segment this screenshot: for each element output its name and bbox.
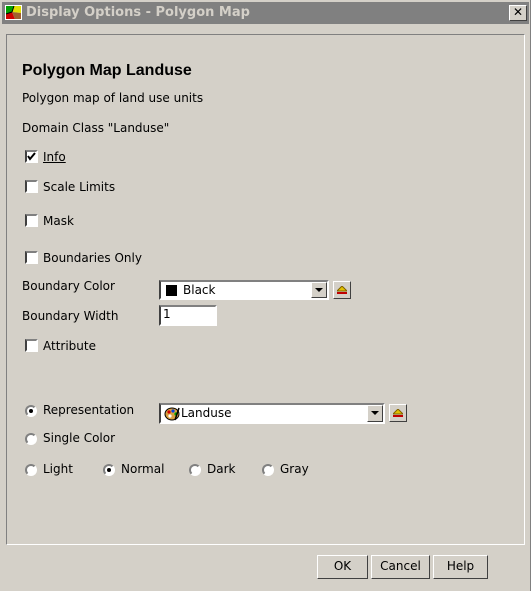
boundary-width-input[interactable]: 1 [159, 305, 217, 326]
window-title: Display Options - Polygon Map [26, 5, 250, 20]
representation-label[interactable]: Representation [43, 403, 134, 417]
help-button[interactable]: Help [433, 555, 488, 579]
close-icon: ✕ [512, 5, 524, 19]
boundary-color-label: Boundary Color [22, 279, 115, 293]
boundaries-only-label[interactable]: Boundaries Only [43, 251, 142, 265]
map-heading: Polygon Map Landuse [22, 62, 192, 79]
checkmark-icon [27, 152, 36, 161]
boundaries-only-checkbox[interactable] [25, 251, 38, 264]
gray-label[interactable]: Gray [280, 462, 309, 476]
dropdown-arrow-button[interactable] [367, 405, 383, 422]
attribute-checkbox[interactable] [25, 339, 38, 352]
create-representation-button[interactable] [389, 404, 407, 422]
scale-limits-label[interactable]: Scale Limits [43, 180, 115, 194]
mask-label[interactable]: Mask [43, 214, 74, 228]
representation-dropdown[interactable]: Landuse [159, 403, 385, 424]
boundary-color-value: Black [183, 283, 216, 297]
mask-checkbox[interactable] [25, 214, 38, 227]
chevron-down-icon [315, 288, 323, 292]
dark-label[interactable]: Dark [207, 462, 235, 476]
normal-label[interactable]: Normal [121, 462, 164, 476]
close-button[interactable]: ✕ [509, 5, 527, 21]
normal-radio[interactable] [103, 464, 115, 476]
boundary-width-label: Boundary Width [22, 309, 119, 323]
gray-radio[interactable] [262, 464, 274, 476]
single-color-label[interactable]: Single Color [43, 431, 115, 445]
info-checkbox[interactable] [25, 150, 38, 163]
representation-radio[interactable] [25, 405, 37, 417]
create-icon [393, 409, 403, 417]
palette-icon [164, 407, 180, 421]
light-radio[interactable] [25, 464, 37, 476]
representation-value: Landuse [181, 406, 232, 420]
ok-button[interactable]: OK [317, 555, 368, 579]
title-bar[interactable]: Display Options - Polygon Map ✕ [2, 2, 529, 24]
polygon-map-icon [5, 5, 22, 20]
attribute-label[interactable]: Attribute [43, 339, 96, 353]
single-color-radio[interactable] [25, 433, 37, 445]
boundary-width-value: 1 [163, 307, 171, 321]
light-label[interactable]: Light [43, 462, 73, 476]
boundary-color-dropdown[interactable]: Black [159, 280, 329, 300]
dark-radio[interactable] [189, 464, 201, 476]
info-label[interactable]: Info [43, 150, 66, 164]
map-description: Polygon map of land use units [22, 91, 204, 105]
create-color-button[interactable] [333, 281, 351, 299]
dropdown-arrow-button[interactable] [311, 282, 327, 298]
color-swatch [166, 285, 177, 296]
chevron-down-icon [371, 411, 379, 415]
scale-limits-checkbox[interactable] [25, 180, 38, 193]
domain-class-label: Domain Class "Landuse" [22, 121, 170, 135]
dialog-window: Display Options - Polygon Map ✕ Polygon … [0, 0, 531, 591]
cancel-button[interactable]: Cancel [371, 555, 430, 579]
create-icon [337, 286, 347, 294]
